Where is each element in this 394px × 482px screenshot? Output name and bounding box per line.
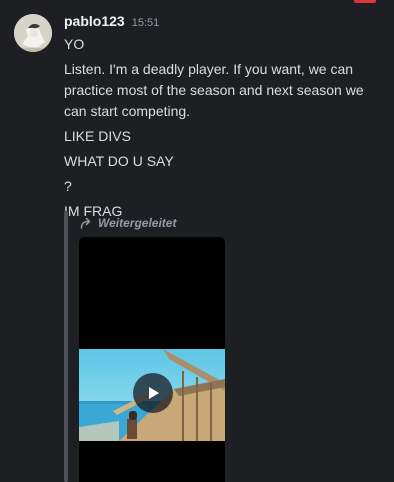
message-line: LIKE DIVS bbox=[64, 128, 131, 144]
timestamp: 15:51 bbox=[131, 17, 160, 29]
forwarded-label: Weitergeleitet bbox=[80, 216, 176, 230]
message-line: Listen. I'm a deadly player. If you want… bbox=[64, 61, 364, 119]
chat-message-area: pablo123 15:51 YO Listen. I'm a deadly p… bbox=[0, 0, 394, 482]
message-content: YO Listen. I'm a deadly player. If you w… bbox=[64, 34, 382, 222]
message-header: pablo123 15:51 bbox=[64, 13, 159, 31]
avatar[interactable] bbox=[14, 14, 52, 52]
message-line: YO bbox=[64, 36, 85, 52]
message-line: WHAT DO U SAY bbox=[64, 153, 174, 169]
forwarded-bar bbox=[64, 211, 68, 482]
forwarded-text: Weitergeleitet bbox=[98, 216, 177, 230]
mention-indicator bbox=[354, 0, 376, 3]
message-line: ? bbox=[64, 178, 72, 194]
play-button[interactable] bbox=[133, 373, 173, 413]
play-icon bbox=[149, 387, 159, 399]
video-attachment[interactable] bbox=[79, 237, 225, 482]
username[interactable]: pablo123 bbox=[64, 13, 125, 29]
forward-arrow-icon bbox=[80, 217, 91, 229]
